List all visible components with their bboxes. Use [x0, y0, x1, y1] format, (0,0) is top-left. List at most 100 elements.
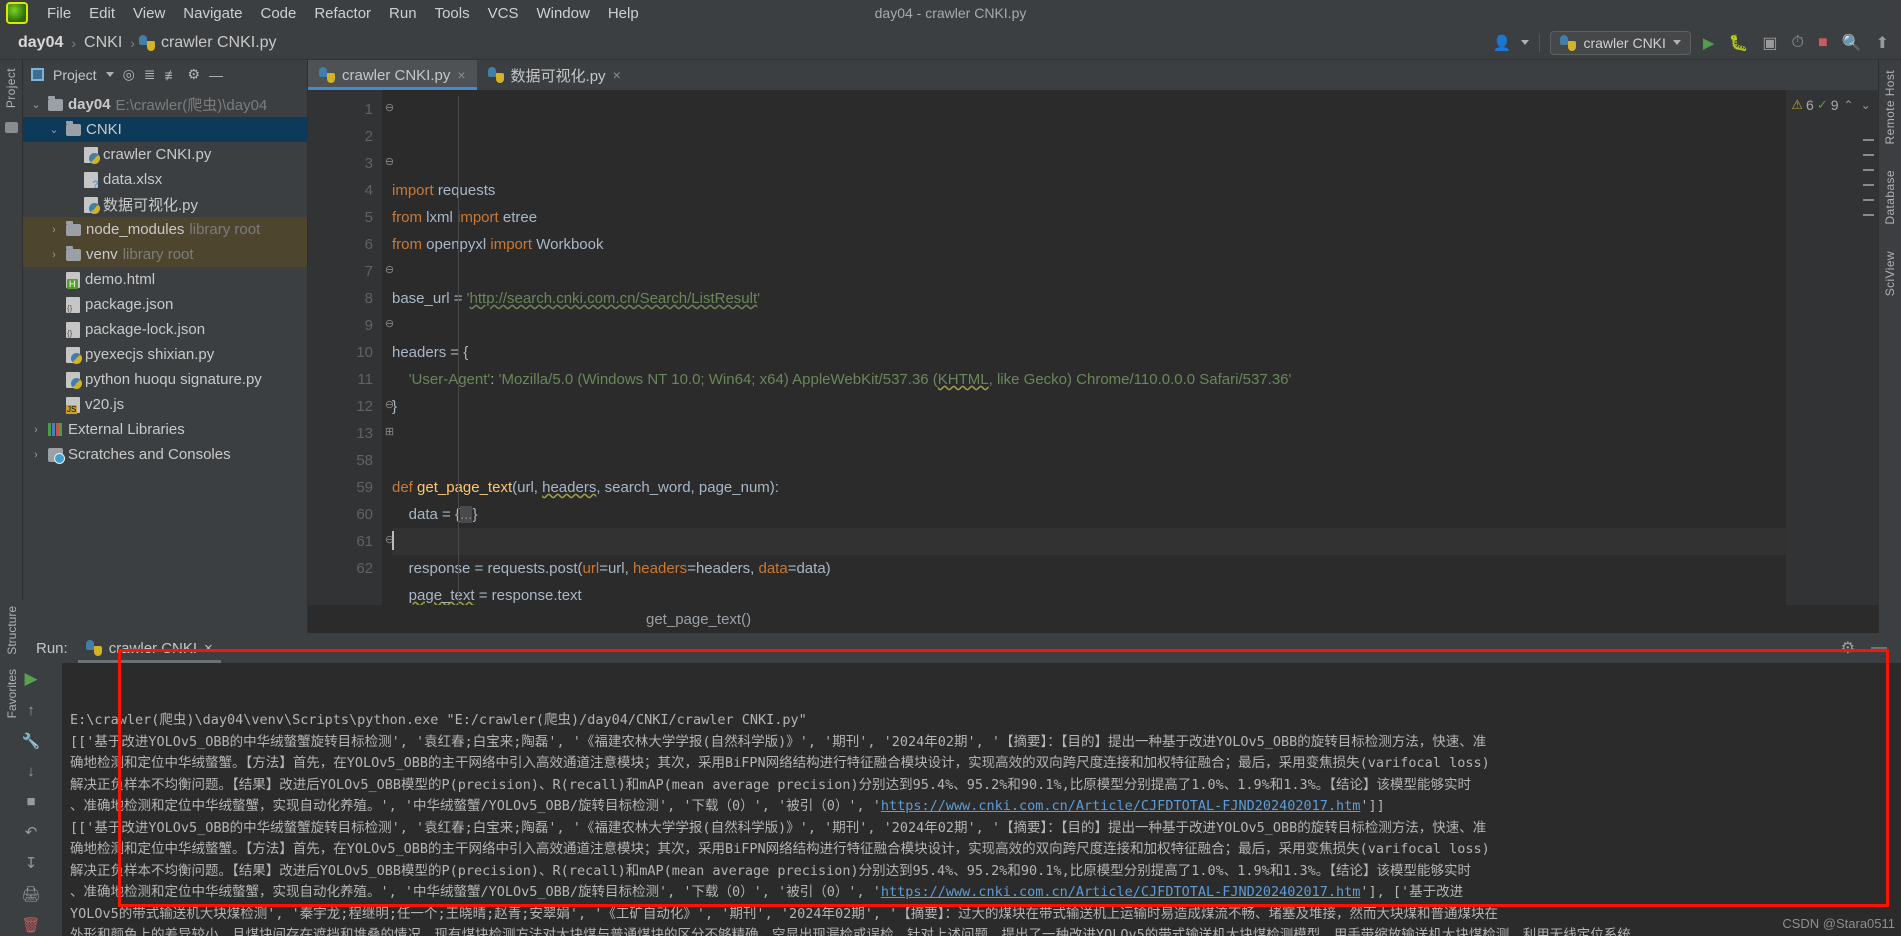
menu-item-window[interactable]: Window [527, 3, 598, 24]
debug-icon[interactable]: 🐛 [1726, 33, 1750, 53]
editor-tab-label: crawler CNKI.py [342, 66, 451, 84]
tree-node-6[interactable]: › venv library root [23, 242, 307, 267]
menu-item-code[interactable]: Code [251, 3, 305, 24]
expand-all-icon[interactable]: ≢ [165, 67, 179, 83]
console-link[interactable]: https://www.cnki.com.cn/Article/CJFDTOTA… [881, 798, 1361, 814]
tree-node-label: pyexecjs shixian.py [85, 346, 215, 363]
tree-node-2[interactable]: crawler CNKI.py [23, 142, 307, 167]
coverage-icon[interactable]: ▣ [1760, 33, 1779, 53]
run-icon[interactable]: ▶ [1701, 34, 1717, 52]
breadcrumb-item-day04[interactable]: day04 [14, 34, 67, 52]
run-panel-body: ▶ ↑ 🔧 ↓ ■ ↶ ↧ 🖨 🗑 E:\crawler(爬虫)\day04\v… [0, 663, 1901, 936]
chevron-down-icon[interactable] [1521, 40, 1530, 45]
tool-window-button-project[interactable]: Project [4, 68, 18, 108]
run-tab-crawler-cnki[interactable]: crawler CNKI × [77, 640, 221, 663]
scroll-to-end-icon[interactable]: ↧ [25, 854, 38, 872]
tree-node-8[interactable]: package.json [23, 292, 307, 317]
updates-icon[interactable]: ⬆ [1874, 33, 1891, 53]
previous-problem-icon[interactable]: ⌃ [1842, 98, 1856, 112]
locate-icon[interactable]: ◎ [123, 66, 135, 83]
close-icon[interactable]: × [457, 67, 465, 83]
js-file-icon [66, 396, 80, 414]
tree-node-0[interactable]: ⌄ day04 E:\crawler(爬虫)\day04 [23, 92, 307, 117]
tree-node-hint: library root [189, 221, 261, 238]
hide-icon[interactable]: — [209, 67, 223, 83]
trash-icon[interactable]: 🗑 [21, 916, 40, 934]
menu-item-navigate[interactable]: Navigate [174, 3, 251, 24]
tree-node-10[interactable]: pyexecjs shixian.py [23, 342, 307, 367]
expand-arrow-icon[interactable]: ⌄ [47, 123, 61, 136]
tool-window-button-sciview[interactable]: SciView [1883, 251, 1897, 296]
wrench-icon[interactable]: 🔧 [22, 732, 41, 750]
expand-arrow-icon[interactable]: › [47, 249, 61, 261]
toolbar-divider [1539, 33, 1541, 52]
run-configuration-selector[interactable]: crawler CNKI [1550, 30, 1691, 55]
tree-node-7[interactable]: demo.html [23, 267, 307, 292]
menu-item-file[interactable]: File [38, 3, 80, 24]
left-tool-strip: Project [0, 60, 23, 633]
menu-item-run[interactable]: Run [380, 3, 426, 24]
tree-node-11[interactable]: python huoqu signature.py [23, 367, 307, 392]
console-line-5: [['基于改进YOLOv5_OBB的中华绒螫蟹旋转目标检测', '袁红春;白宝来… [70, 819, 1487, 836]
tree-node-9[interactable]: package-lock.json [23, 317, 307, 342]
chevron-down-icon[interactable] [105, 72, 114, 77]
hide-icon[interactable]: — [1871, 639, 1887, 657]
line-number-1: 1 ⊖ [364, 101, 395, 118]
console-output[interactable]: E:\crawler(爬虫)\day04\venv\Scripts\python… [62, 663, 1901, 936]
check-icon: ✓ [1816, 97, 1828, 112]
console-link[interactable]: https://www.cnki.com.cn/Article/CJFDTOTA… [881, 884, 1361, 900]
code-content[interactable]: import requests from lxml import etree fro… [382, 90, 1786, 605]
tree-node-1[interactable]: ⌄ CNKI [23, 117, 307, 142]
close-icon[interactable]: × [204, 640, 213, 657]
settings-icon[interactable]: ⚙ [1841, 638, 1855, 658]
menu-item-tools[interactable]: Tools [426, 3, 479, 24]
project-panel-title[interactable]: Project [53, 67, 97, 83]
unknown-file-icon [84, 171, 99, 191]
menu-item-refactor[interactable]: Refactor [305, 3, 380, 24]
tree-node-5[interactable]: › node_modules library root [23, 217, 307, 242]
tree-node-4[interactable]: 数据可视化.py [23, 192, 307, 217]
expand-arrow-icon[interactable]: › [29, 424, 43, 436]
rerun-icon[interactable]: ▶ [24, 669, 37, 689]
tool-window-button-database[interactable]: Database [1883, 170, 1897, 225]
breadcrumb-bar: day04 › CNKI › crawler CNKI.py 👤 crawler… [0, 26, 1901, 60]
tree-node-label: package-lock.json [85, 321, 206, 338]
error-stripe-marks[interactable] [1786, 139, 1878, 216]
stop-icon[interactable]: ■ [1816, 34, 1830, 52]
warning-triangle-icon: ⚠ [1791, 97, 1804, 112]
editor-tab-1[interactable]: 数据可视化.py × [477, 60, 632, 90]
tool-window-button-structure[interactable]: Structure [5, 606, 19, 655]
soft-wrap-icon[interactable]: ↶ [25, 823, 38, 841]
scroll-up-icon[interactable]: ↑ [27, 702, 35, 719]
tool-window-button-favorites[interactable]: Favorites [5, 669, 19, 718]
settings-icon[interactable]: ⚙ [188, 66, 201, 83]
tree-node-3[interactable]: data.xlsx [23, 167, 307, 192]
print-icon[interactable]: 🖨 [21, 885, 40, 903]
tree-node-label: python huoqu signature.py [85, 371, 262, 388]
user-profile-icon[interactable]: 👤 [1493, 34, 1512, 52]
tree-node-12[interactable]: v20.js [23, 392, 307, 417]
structure-tool-icon[interactable] [4, 122, 18, 134]
menu-item-edit[interactable]: Edit [80, 3, 124, 24]
expand-arrow-icon[interactable]: › [29, 449, 43, 461]
menu-item-vcs[interactable]: VCS [479, 3, 528, 24]
search-icon[interactable]: 🔍 [1840, 33, 1864, 53]
expand-arrow-icon[interactable]: › [47, 224, 61, 236]
menu-item-view[interactable]: View [124, 3, 174, 24]
close-icon[interactable]: × [613, 67, 621, 83]
profile-icon[interactable]: ⏱ [1790, 34, 1806, 52]
editor-tab-0[interactable]: crawler CNKI.py × [308, 60, 477, 90]
menu-item-help[interactable]: Help [599, 3, 648, 24]
expand-arrow-icon[interactable]: ⌄ [29, 98, 43, 111]
breadcrumb-item-file[interactable]: crawler CNKI.py [157, 34, 281, 52]
breadcrumb-item-cnki[interactable]: CNKI [80, 34, 126, 52]
next-problem-icon[interactable]: ⌄ [1859, 98, 1873, 112]
tree-node-13[interactable]: › External Libraries [23, 417, 307, 442]
scroll-down-icon[interactable]: ↓ [27, 763, 35, 780]
collapse-all-icon[interactable]: ≣ [144, 66, 156, 83]
tree-node-14[interactable]: › Scratches and Consoles [23, 442, 307, 467]
python-file-icon [138, 34, 155, 51]
external-libraries-icon [48, 423, 63, 436]
tool-window-button-remote-host[interactable]: Remote Host [1883, 70, 1897, 144]
stop-icon[interactable]: ■ [26, 793, 35, 810]
